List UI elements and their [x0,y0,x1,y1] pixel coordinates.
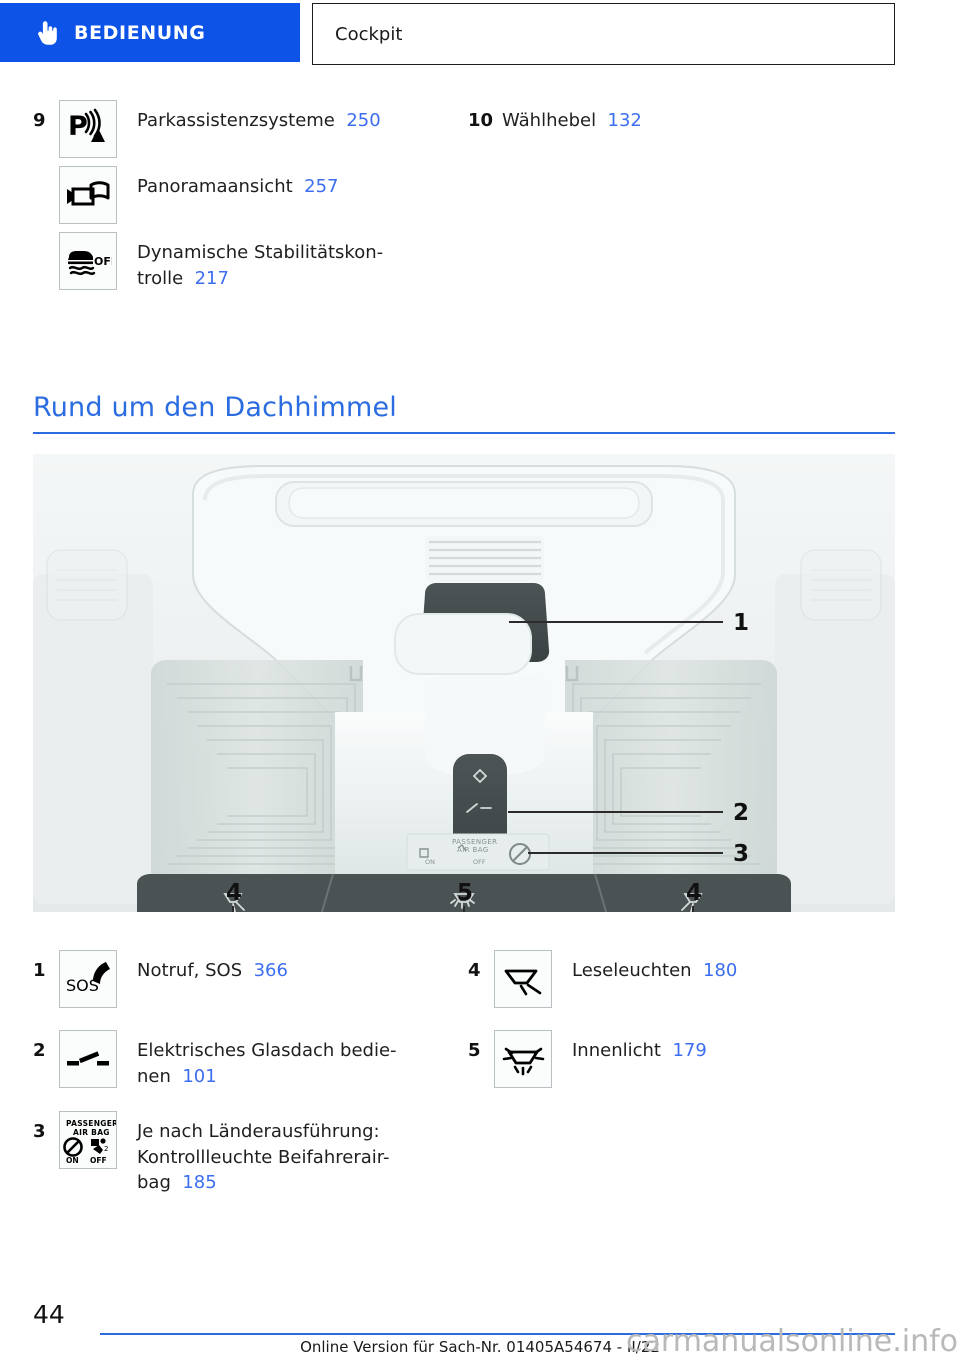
list-item-label-line2: trolle [137,267,184,289]
list-item-label-line2: nen [137,1065,171,1087]
list-item[interactable]: 10 Wählhebel 132 [468,100,903,134]
list-item-number [33,232,59,244]
section-heading: Rund um den Dachhimmel [33,392,895,435]
callout-3: 3 [733,841,749,867]
svg-text:OFF: OFF [94,255,112,268]
list-item-label-line1: Elektrisches Glasdach bedie- [137,1040,397,1061]
callout-1: 1 [733,610,749,636]
page-number: 44 [33,1300,65,1329]
headliner-overhead-console-illustration: SOS [33,454,895,912]
callout-2: 2 [733,800,749,826]
list-item-page[interactable]: 250 [346,110,380,131]
list-item-text: Notruf, SOS 366 [137,950,288,984]
list-item-label-line2: bag [137,1172,171,1194]
svg-text:ON: ON [66,1156,79,1165]
list-item-page[interactable]: 180 [703,960,737,981]
passenger-airbag-indicator-plate: PASSENGER AIR BAG ON OFF [406,833,550,871]
interior-light-icon [494,1030,552,1088]
list-item[interactable]: Panoramaansicht 257 [33,166,468,224]
section-tab-label: BEDIENUNG [74,21,206,44]
svg-text:PASSENGER: PASSENGER [452,838,497,846]
list-item-number: 4 [468,960,481,981]
list-item-label: Wählhebel [502,110,597,131]
list-item-page[interactable]: 179 [672,1040,706,1061]
svg-text:OFF: OFF [473,858,486,866]
list-item-number: 9 [33,110,46,131]
list-item-page[interactable]: 366 [254,960,288,981]
watermark: carmanualsonline.info [626,1324,958,1359]
list-item-text: Elektrisches Glasdach bedie- nen 101 [137,1030,397,1089]
list-item-text: Panoramaansicht 257 [137,166,338,200]
top-legend-list: 9 P Parkassistenzsysteme 250 Panoramaans… [33,100,903,299]
bottom-legend-right-column: 4 Leseleuchten 180 5 Innenlicht 179 [468,950,903,1218]
breadcrumb-box: Cockpit [312,3,895,65]
list-item-page[interactable]: 217 [195,268,229,289]
list-item-page[interactable]: 132 [608,110,642,131]
list-item-text: Leseleuchten 180 [572,950,737,984]
list-item[interactable]: 2 Elektrisches Glasdach bedie- nen 101 [33,1030,468,1089]
bottom-legend-list: 1 SOS Notruf, SOS 366 2 Elektrisches Gla… [33,950,903,1218]
list-item-page[interactable]: 101 [182,1066,216,1087]
svg-text:AIR BAG: AIR BAG [73,1128,110,1137]
reading-light-icon [494,950,552,1008]
list-item-page[interactable]: 257 [304,176,338,197]
list-item-label: Panoramaansicht [137,176,293,197]
list-item-lead-text: Je nach Länderausführung: [137,1121,380,1143]
list-item[interactable]: OFF Dynamische Stabilitätskon- trolle 21… [33,232,468,291]
page-title: Rund um den Dachhimmel [33,392,397,423]
glass-sunroof-icon [59,1030,117,1088]
list-item-number: 2 [33,1040,46,1061]
list-item-label: Innenlicht [572,1040,661,1061]
list-item-number [33,166,59,178]
list-item[interactable]: 1 SOS Notruf, SOS 366 [33,950,468,1008]
breadcrumb-label: Cockpit [335,23,403,45]
section-tab-bedienung[interactable]: BEDIENUNG [0,3,300,62]
list-item-text: Dynamische Stabilitätskon- trolle 217 [137,232,383,291]
top-legend-right-column: 10 Wählhebel 132 [468,100,903,299]
passenger-airbag-indicator-icon: PASSENGER AIR BAG 2 ON OFF [59,1111,117,1170]
list-item[interactable]: 4 Leseleuchten 180 [468,950,903,1008]
list-item-number: 3 [33,1121,46,1143]
pointing-hand-icon [38,20,57,45]
svg-text:ON: ON [425,858,435,866]
list-item[interactable]: 5 Innenlicht 179 [468,1030,903,1088]
panorama-view-camera-icon [59,166,117,224]
list-item-text: Innenlicht 179 [572,1030,707,1064]
list-item-text: Parkassistenzsysteme 250 [137,100,381,134]
page-header: BEDIENUNG Cockpit [0,0,960,70]
list-item-number: 1 [33,960,46,981]
top-legend-left-column: 9 P Parkassistenzsysteme 250 Panoramaans… [33,100,468,299]
list-item-label-line1: Dynamische Stabilitätskon- [137,242,384,263]
list-item[interactable]: 9 P Parkassistenzsysteme 250 [33,100,468,158]
list-item-text: Je nach Länderausführung: Kontrollleucht… [137,1111,390,1196]
list-item-number: 5 [468,1040,481,1061]
list-item-label: Notruf, SOS [137,960,243,981]
svg-text:2: 2 [104,1145,108,1153]
list-item[interactable]: 3 PASSENGER AIR BAG 2 ON OFF Je nach Län… [33,1111,468,1196]
list-item-label: Parkassistenzsysteme [137,110,335,131]
list-item-number: 10 [468,110,494,131]
list-item-label: Leseleuchten [572,960,692,981]
list-item-page[interactable]: 185 [182,1172,216,1193]
svg-text:OFF: OFF [90,1156,107,1165]
parking-assistant-icon: P [59,100,117,158]
list-item-label-line1: Kontrollleuchte Beifahrerair- [137,1146,390,1168]
svg-text:P: P [68,111,88,142]
bottom-legend-left-column: 1 SOS Notruf, SOS 366 2 Elektrisches Gla… [33,950,468,1218]
svg-text:AIR BAG: AIR BAG [457,846,489,854]
svg-text:PASSENGER: PASSENGER [66,1119,116,1128]
list-item-text: Wählhebel 132 [502,100,642,134]
section-divider [33,432,895,435]
dsc-off-icon: OFF [59,232,117,290]
sos-emergency-call-icon: SOS [59,950,117,1008]
